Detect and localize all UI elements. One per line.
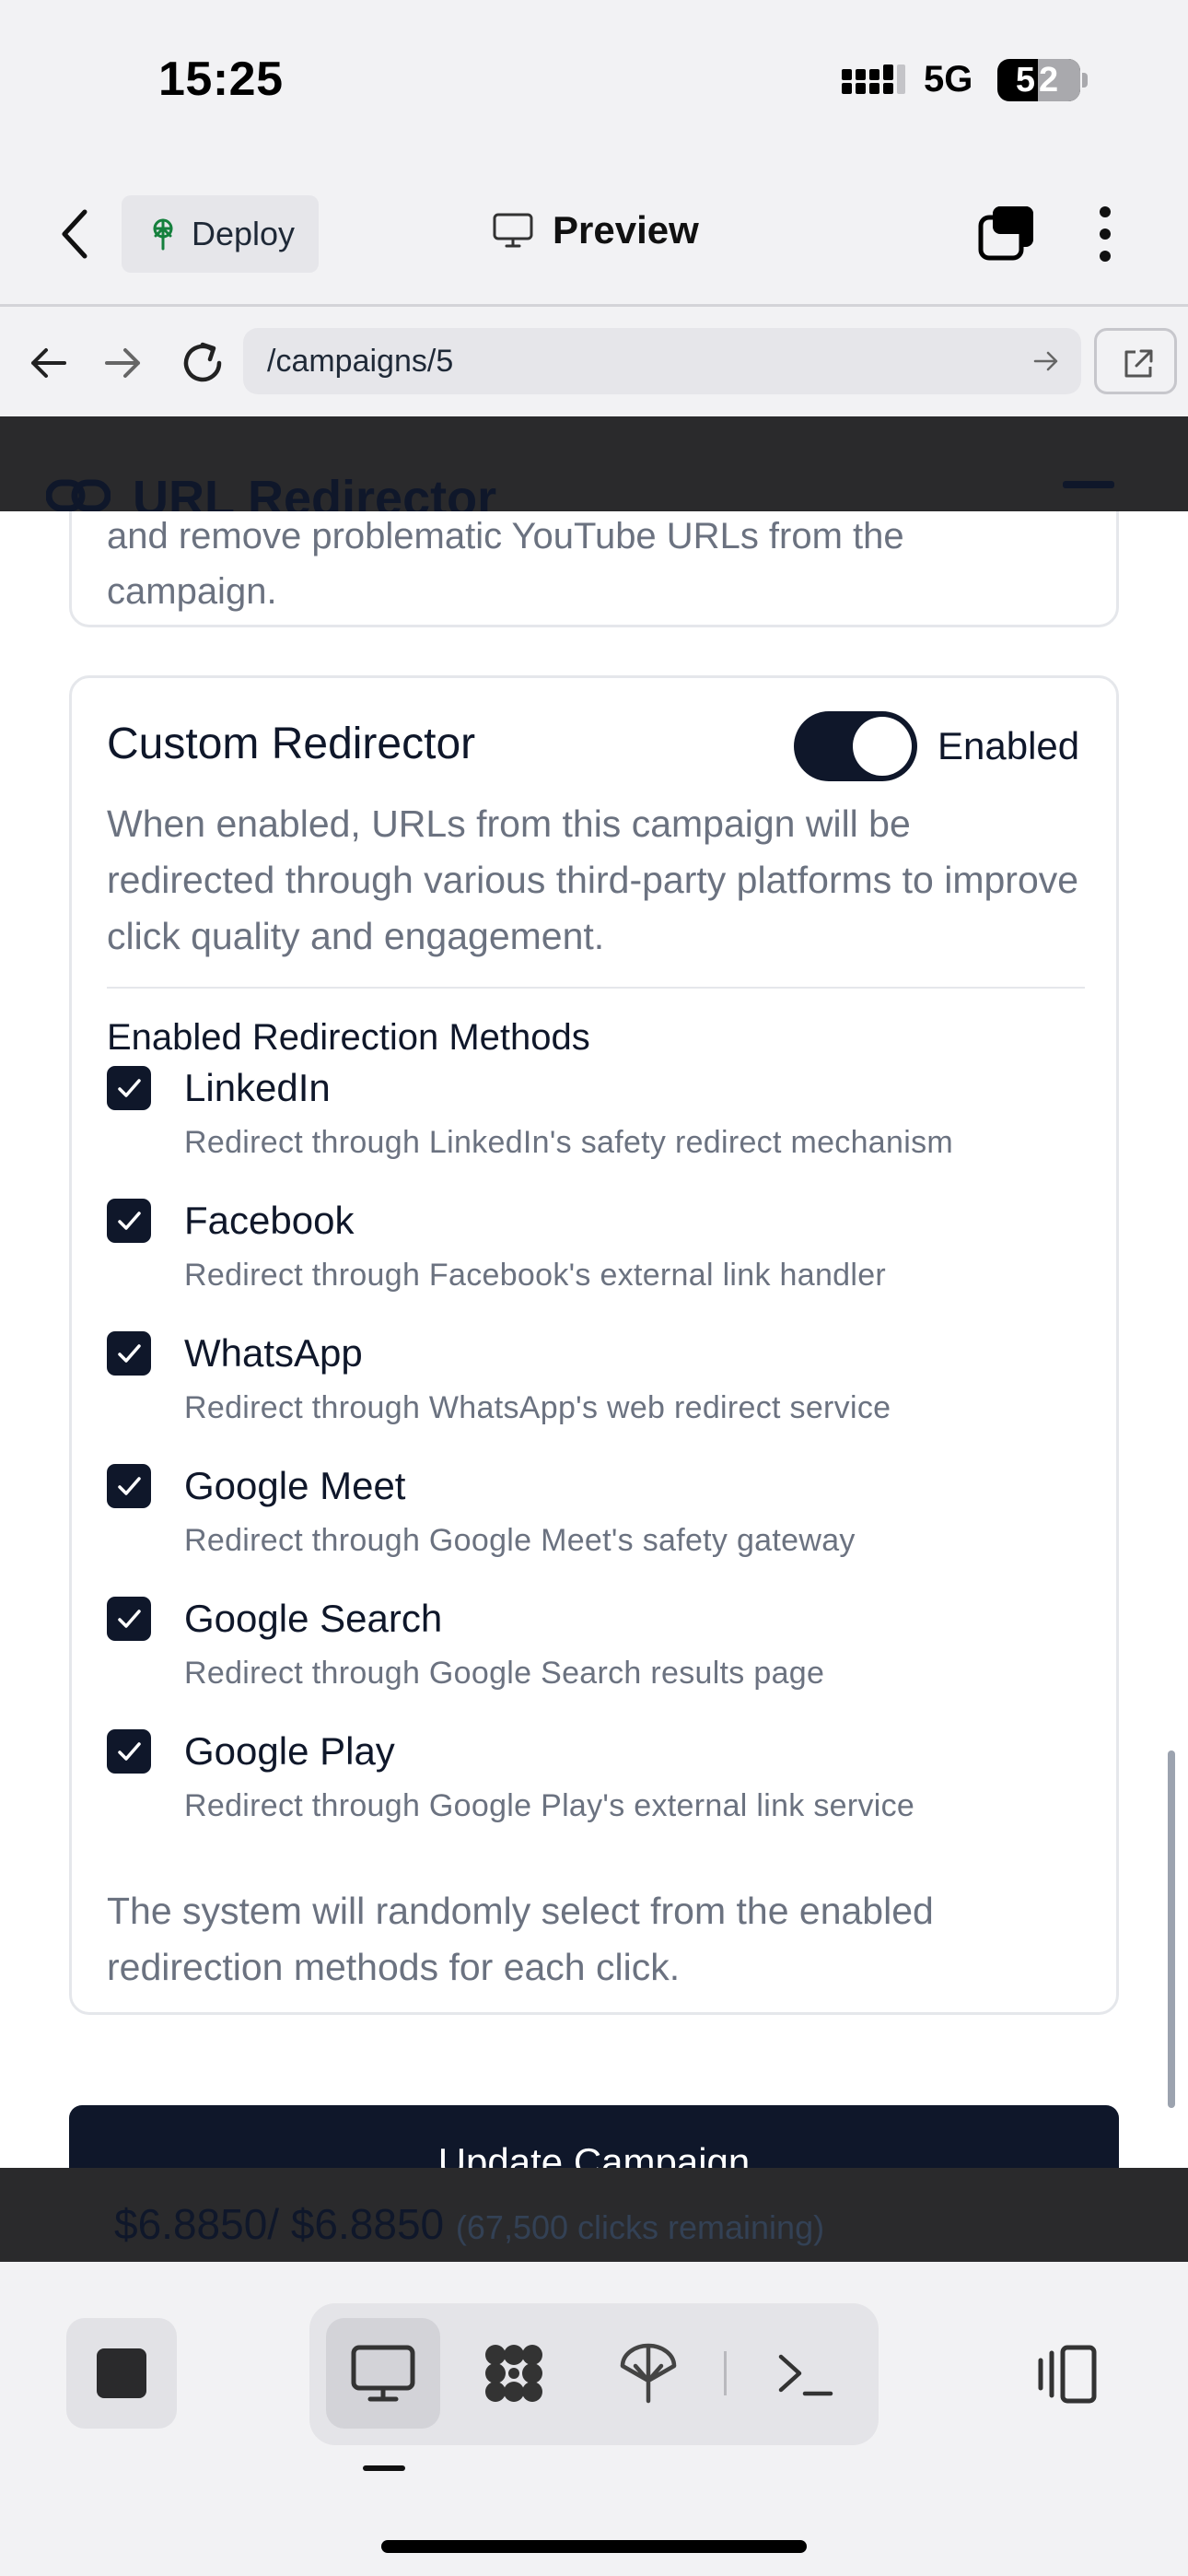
- custom-redirector-card: Custom Redirector Enabled When enabled, …: [69, 675, 1119, 2015]
- checkmark-icon: [118, 1610, 141, 1628]
- header-divider: [0, 304, 1188, 307]
- method-description: Redirect through LinkedIn's safety redir…: [184, 1125, 954, 1160]
- method-description: Redirect through Google Meet's safety ga…: [184, 1523, 856, 1558]
- hamburger-menu-icon[interactable]: [1063, 481, 1114, 488]
- url-text: /campaigns/5: [267, 343, 454, 379]
- deploy-button[interactable]: Deploy: [122, 195, 319, 273]
- method-name: Google Play: [184, 1729, 395, 1773]
- clicks-remaining: (67,500 clicks remaining): [455, 2208, 825, 2246]
- tabs-switcher-icon[interactable]: [976, 203, 1037, 263]
- desktop-preview-icon[interactable]: [346, 2336, 420, 2410]
- method-facebook: Facebook Redirect through Facebook's ext…: [107, 1199, 1083, 1318]
- url-field[interactable]: /campaigns/5: [243, 328, 1081, 394]
- methods-heading: Enabled Redirection Methods: [107, 1017, 590, 1058]
- method-description: Redirect through Facebook's external lin…: [184, 1258, 887, 1293]
- method-checkbox[interactable]: [107, 1597, 151, 1641]
- method-name: Google Meet: [184, 1464, 406, 1507]
- method-checkbox[interactable]: [107, 1066, 151, 1110]
- battery-icon: 52: [997, 59, 1080, 101]
- previous-settings-card: and remove problematic YouTube URLs from…: [69, 511, 1119, 627]
- method-checkbox[interactable]: [107, 1729, 151, 1774]
- network-type: 5G: [924, 59, 973, 100]
- budget-amount: $6.8850/ $6.8850 (67,500 clicks remainin…: [114, 2199, 824, 2249]
- method-name: LinkedIn: [184, 1066, 331, 1109]
- active-tool-indicator: [363, 2465, 405, 2471]
- checkmark-icon: [118, 1212, 141, 1230]
- card-title: Custom Redirector: [107, 720, 476, 768]
- reload-icon[interactable]: [175, 335, 230, 391]
- redirector-toggle[interactable]: [794, 711, 917, 781]
- split-view-icon[interactable]: [1030, 2338, 1103, 2412]
- battery-tip: [1082, 73, 1088, 88]
- preview-label: Preview: [553, 208, 699, 252]
- monitor-icon: [493, 213, 533, 248]
- link-logo-icon: [46, 479, 111, 511]
- method-name: Facebook: [184, 1199, 355, 1242]
- method-checkbox[interactable]: [107, 1464, 151, 1508]
- method-description: Redirect through Google Search results p…: [184, 1656, 825, 1691]
- cellular-signal-icon: [842, 64, 905, 94]
- status-time: 15:25: [158, 53, 284, 106]
- external-link-icon: [1124, 349, 1153, 378]
- random-selection-note: The system will randomly select from the…: [107, 1890, 934, 1988]
- method-whatsapp: WhatsApp Redirect through WhatsApp's web…: [107, 1331, 1083, 1451]
- method-checkbox[interactable]: [107, 1331, 151, 1376]
- app-title: URL Redirector: [133, 471, 497, 511]
- checkmark-icon: [118, 1079, 141, 1097]
- apps-grid-icon[interactable]: [477, 2336, 551, 2410]
- tool-divider: [724, 2351, 727, 2395]
- previous-card-text: and remove problematic YouTube URLs from…: [107, 516, 904, 612]
- checkmark-icon: [118, 1344, 141, 1363]
- card-divider: [107, 987, 1085, 989]
- nav-forward-icon[interactable]: [98, 337, 149, 389]
- nav-back-icon[interactable]: [22, 337, 74, 389]
- checkmark-icon: [118, 1477, 141, 1495]
- method-name: Google Search: [184, 1597, 443, 1640]
- method-description: Redirect through Google Play's external …: [184, 1788, 915, 1823]
- back-chevron-icon[interactable]: [57, 206, 94, 262]
- budget-value: $6.8850/ $6.8850: [114, 2200, 445, 2248]
- method-name: WhatsApp: [184, 1331, 363, 1375]
- update-campaign-button[interactable]: Update Campaign: [69, 2105, 1119, 2168]
- scrollbar[interactable]: [1168, 1751, 1175, 2108]
- more-options-icon[interactable]: [1098, 205, 1112, 263]
- page-content: and remove problematic YouTube URLs from…: [0, 511, 1188, 2168]
- budget-bar: $6.8850/ $6.8850 (67,500 clicks remainin…: [0, 2168, 1188, 2262]
- stop-icon: [97, 2348, 146, 2398]
- method-google-meet: Google Meet Redirect through Google Meet…: [107, 1464, 1083, 1584]
- deploy-icon: [153, 218, 173, 251]
- checkmark-icon: [118, 1742, 141, 1761]
- update-campaign-label: Update Campaign: [437, 2140, 751, 2168]
- method-google-search: Google Search Redirect through Google Se…: [107, 1597, 1083, 1716]
- deployments-icon[interactable]: [611, 2335, 685, 2408]
- terminal-icon[interactable]: [768, 2338, 842, 2412]
- stop-button[interactable]: [66, 2318, 177, 2429]
- method-linkedin: LinkedIn Redirect through LinkedIn's saf…: [107, 1066, 1083, 1186]
- method-google-play: Google Play Redirect through Google Play…: [107, 1729, 1083, 1849]
- app-header: URL Redirector: [0, 416, 1188, 511]
- go-arrow-icon[interactable]: [1031, 346, 1061, 376]
- toggle-knob: [853, 717, 912, 776]
- card-description: When enabled, URLs from this campaign wi…: [107, 802, 1079, 957]
- deploy-label: Deploy: [192, 215, 296, 252]
- toggle-state-label: Enabled: [938, 724, 1080, 767]
- open-external-button[interactable]: [1094, 328, 1177, 394]
- preview-tab[interactable]: Preview: [492, 208, 699, 252]
- battery-level: 52: [1015, 61, 1063, 100]
- method-description: Redirect through WhatsApp's web redirect…: [184, 1390, 891, 1425]
- home-indicator[interactable]: [381, 2540, 807, 2553]
- screen: 15:25 5G 52 Deploy Preview /campaigns/5 …: [0, 0, 1188, 2576]
- method-checkbox[interactable]: [107, 1199, 151, 1243]
